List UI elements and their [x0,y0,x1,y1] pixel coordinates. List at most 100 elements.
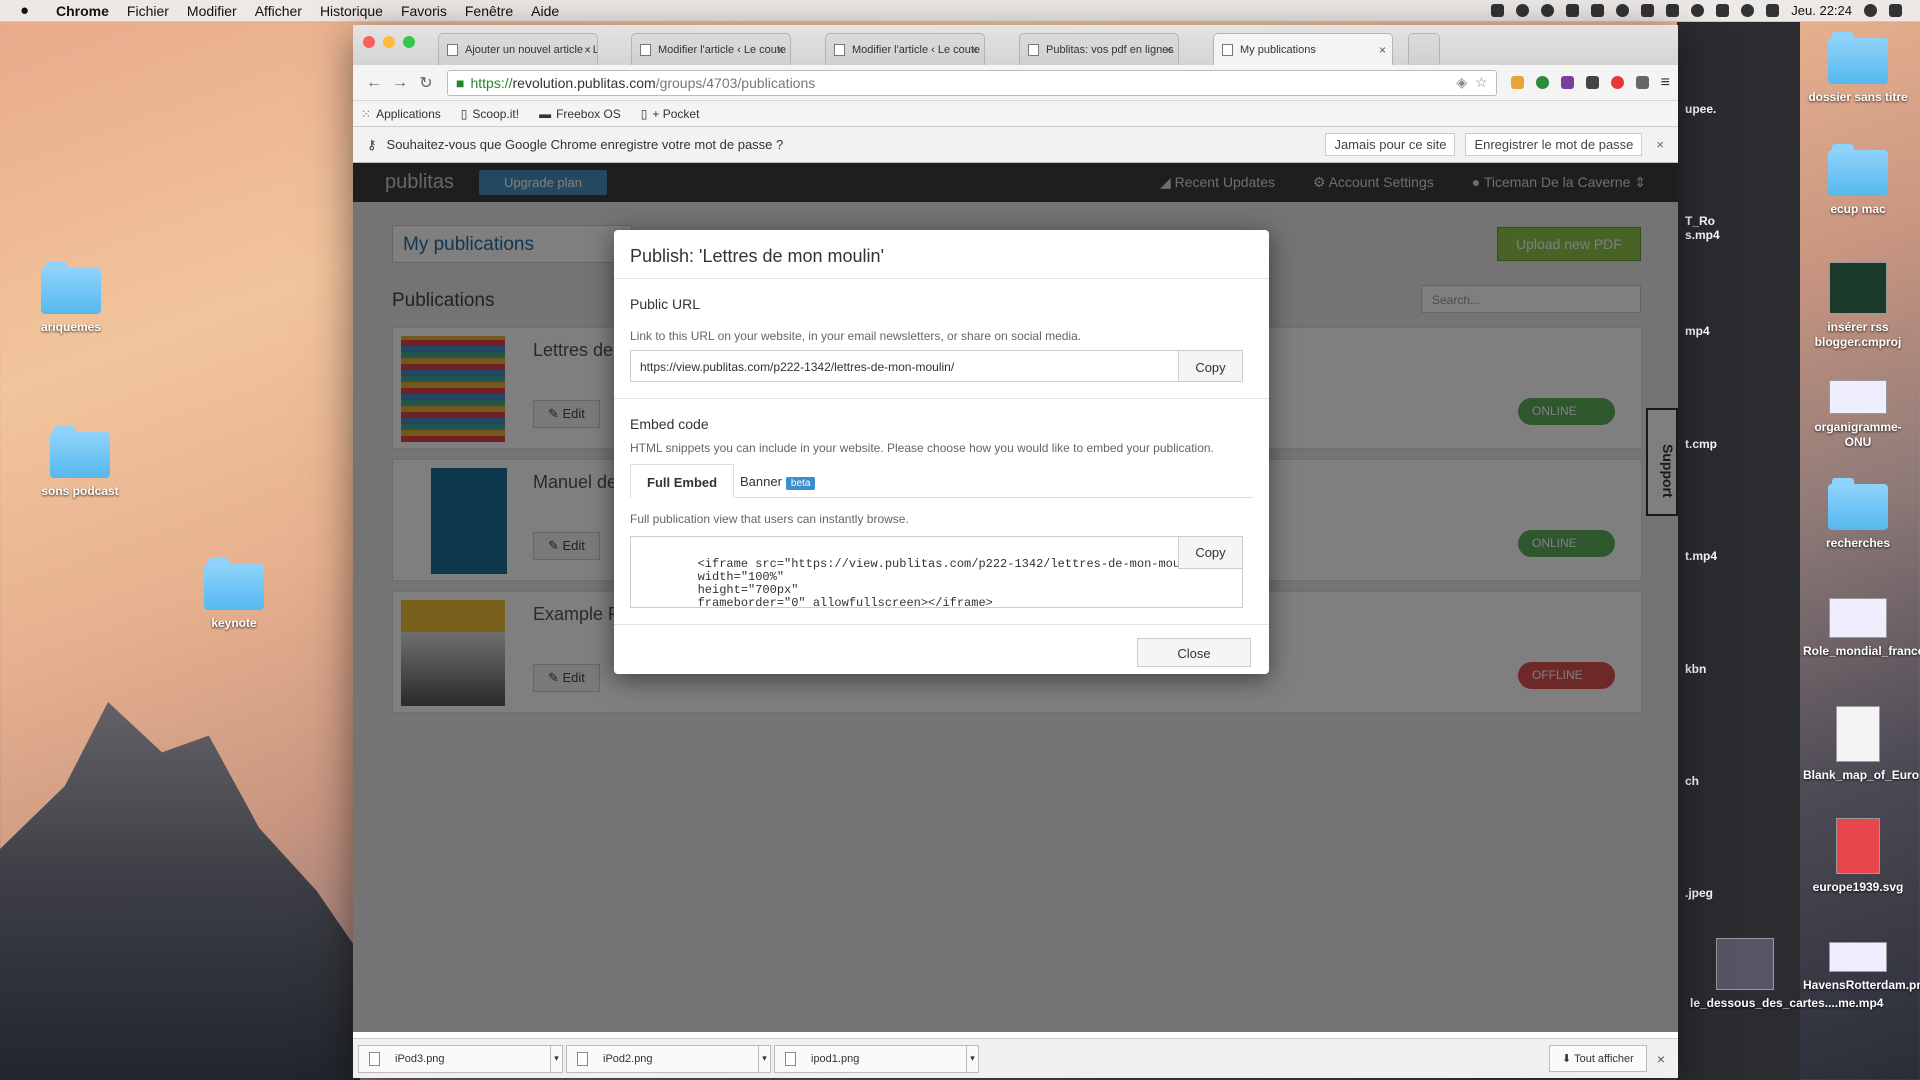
embed-help: HTML snippets you can include in your we… [630,441,1214,455]
extension-icon[interactable] [1510,76,1524,89]
extension-icon[interactable] [1635,76,1649,89]
wifi-icon[interactable] [1741,4,1755,17]
notification-center-icon[interactable] [1889,4,1902,17]
desktop-file-havens[interactable]: HavensRotterdam.png [1803,942,1920,993]
menu-afficher[interactable]: Afficher [255,3,302,19]
address-bar[interactable]: ■ https://revolution.publitas.com/groups… [447,69,1497,96]
desktop-file-rss[interactable]: insérer rss blogger.cmproj [1803,262,1913,350]
onenote-icon[interactable] [1560,76,1574,89]
desktop-folder-recherches[interactable]: recherches [1803,478,1913,551]
chrome-menu-icon[interactable]: ≡ [1661,74,1670,92]
star-icon[interactable]: ☆ [1475,74,1488,91]
folder-icon [50,426,110,478]
close-tab-icon[interactable]: × [971,43,978,57]
file-thumbnail-icon [1829,942,1887,972]
chevron-down-icon[interactable]: ▾ [758,1045,770,1072]
close-tab-icon[interactable]: × [1165,43,1172,57]
apps-grid-icon: ⁙ [361,106,372,121]
tab-full-embed[interactable]: Full Embed [630,464,735,498]
public-url-field[interactable]: https://view.publitas.com/p222-1342/lett… [630,350,1243,382]
folder-icon [204,558,264,610]
menu-fichier[interactable]: Fichier [127,3,169,19]
download-item[interactable]: iPod2.png ▾ [566,1044,771,1073]
desktop-folder-sons-podcast[interactable]: sons podcast [25,426,135,499]
close-tab-icon[interactable]: × [1379,43,1386,57]
drive-icon[interactable] [1641,4,1655,17]
browser-tab[interactable]: Publitas: vos pdf en lignes × [1019,33,1179,65]
menu-modifier[interactable]: Modifier [187,3,237,19]
download-item[interactable]: iPod3.png ▾ [358,1044,563,1073]
extension-icon[interactable] [1610,76,1624,89]
close-icon[interactable]: × [1657,1051,1665,1067]
desktop-file-role-mondial[interactable]: Role_mondial_france [1803,598,1920,659]
bookmark-pocket[interactable]: ▯ + Pocket [641,107,700,121]
copy-embed-button[interactable]: Copy [1178,537,1242,569]
bookmark-scoopit[interactable]: ▯ Scoop.it! [461,107,519,121]
folder-icon [1828,32,1888,84]
bell-icon[interactable] [1566,4,1580,17]
close-button[interactable]: Close [1137,638,1251,667]
desktop-file-blank-map[interactable]: Blank_map_of_Europe_...939.svg [1803,706,1920,783]
chevron-down-icon[interactable]: ▾ [966,1045,978,1072]
browser-tab[interactable]: Modifier l'article ‹ Le coute × [825,33,985,65]
spotlight-search-icon[interactable] [1864,4,1877,17]
save-password-button[interactable]: Enregistrer le mot de passe [1465,133,1643,156]
bluetooth-icon[interactable] [1716,4,1730,17]
browser-toolbar: ← → ↻ ■ https://revolution.publitas.com /… [353,65,1678,101]
menu-clock[interactable]: Jeu. 22:24 [1791,3,1852,18]
password-infobar: ⚷ Souhaitez-vous que Google Chrome enreg… [353,127,1678,163]
background-window: upee. T_Ro s.mp4 mp4 t.cmp t.mp4 kbn ch … [1677,22,1800,1080]
timemachine-icon[interactable] [1691,4,1705,17]
browser-tab-active[interactable]: My publications × [1213,33,1393,65]
menu-favoris[interactable]: Favoris [401,3,447,19]
modal-title: Publish: 'Lettres de mon moulin' [614,230,1269,279]
copy-url-button[interactable]: Copy [1178,351,1242,381]
menu-historique[interactable]: Historique [320,3,383,19]
file-icon [785,1051,796,1066]
desktop-file-dessous-des-cartes[interactable]: le_dessous_des_cartes....me.mp4 [1690,938,1883,1011]
never-save-button[interactable]: Jamais pour ce site [1325,133,1456,156]
volume-icon[interactable] [1766,4,1780,17]
extension-icon[interactable] [1535,76,1549,89]
close-window-button[interactable] [363,36,375,48]
dropbox-icon[interactable] [1491,4,1505,17]
tab-banner[interactable]: Banner beta [724,464,831,498]
bookmark-applications[interactable]: ⁙ Applications [361,107,441,121]
desktop-folder-ariquemes[interactable]: ariquemes [16,262,126,335]
desktop-file-organigramme[interactable]: organigramme-ONU [1803,380,1913,450]
close-tab-icon[interactable]: × [777,43,784,57]
reload-icon[interactable]: ↻ [413,73,439,93]
show-all-downloads-button[interactable]: ⬇ Tout afficher [1549,1045,1647,1072]
menu-app-name[interactable]: Chrome [56,3,109,19]
bookmark-freebox[interactable]: ▬ Freebox OS [539,107,621,121]
embed-code-field[interactable]: <iframe src="https://view.publitas.com/p… [630,536,1243,608]
browser-tab[interactable]: Modifier l'article ‹ Le coute × [631,33,791,65]
zoom-window-button[interactable] [403,36,415,48]
browser-tab[interactable]: Ajouter un nouvel article ‹ L × [438,33,598,65]
desktop-folder-ecup-mac[interactable]: ecup mac [1803,144,1913,217]
back-icon[interactable]: ← [361,74,387,92]
apple-icon[interactable]: ● [20,2,40,19]
desktop-folder-dossier-sans-titre[interactable]: dossier sans titre [1803,32,1913,105]
chevron-down-icon[interactable]: ▾ [550,1045,562,1072]
shield-icon[interactable]: ◈ [1456,74,1467,91]
download-icon: ⬇ [1562,1053,1575,1065]
extension-icon[interactable] [1585,76,1599,89]
icloud-icon[interactable] [1616,4,1630,17]
menu-fenetre[interactable]: Fenêtre [465,3,513,19]
cloud-icon[interactable] [1516,4,1530,17]
adobe-icon[interactable] [1591,4,1605,17]
download-item[interactable]: ipod1.png ▾ [774,1044,979,1073]
file-icon [369,1051,380,1066]
forward-icon[interactable]: → [387,74,413,92]
close-tab-icon[interactable]: × [584,43,591,57]
menu-aide[interactable]: Aide [531,3,559,19]
file-thumbnail-icon [1716,938,1774,990]
close-icon[interactable]: × [1656,137,1664,152]
desktop-folder-keynote[interactable]: keynote [179,558,289,631]
eject-icon[interactable] [1666,4,1680,17]
minimize-window-button[interactable] [383,36,395,48]
new-tab-button[interactable] [1408,33,1440,65]
desktop-file-europe1939[interactable]: europe1939.svg [1803,818,1913,895]
sync-icon[interactable] [1541,4,1555,17]
